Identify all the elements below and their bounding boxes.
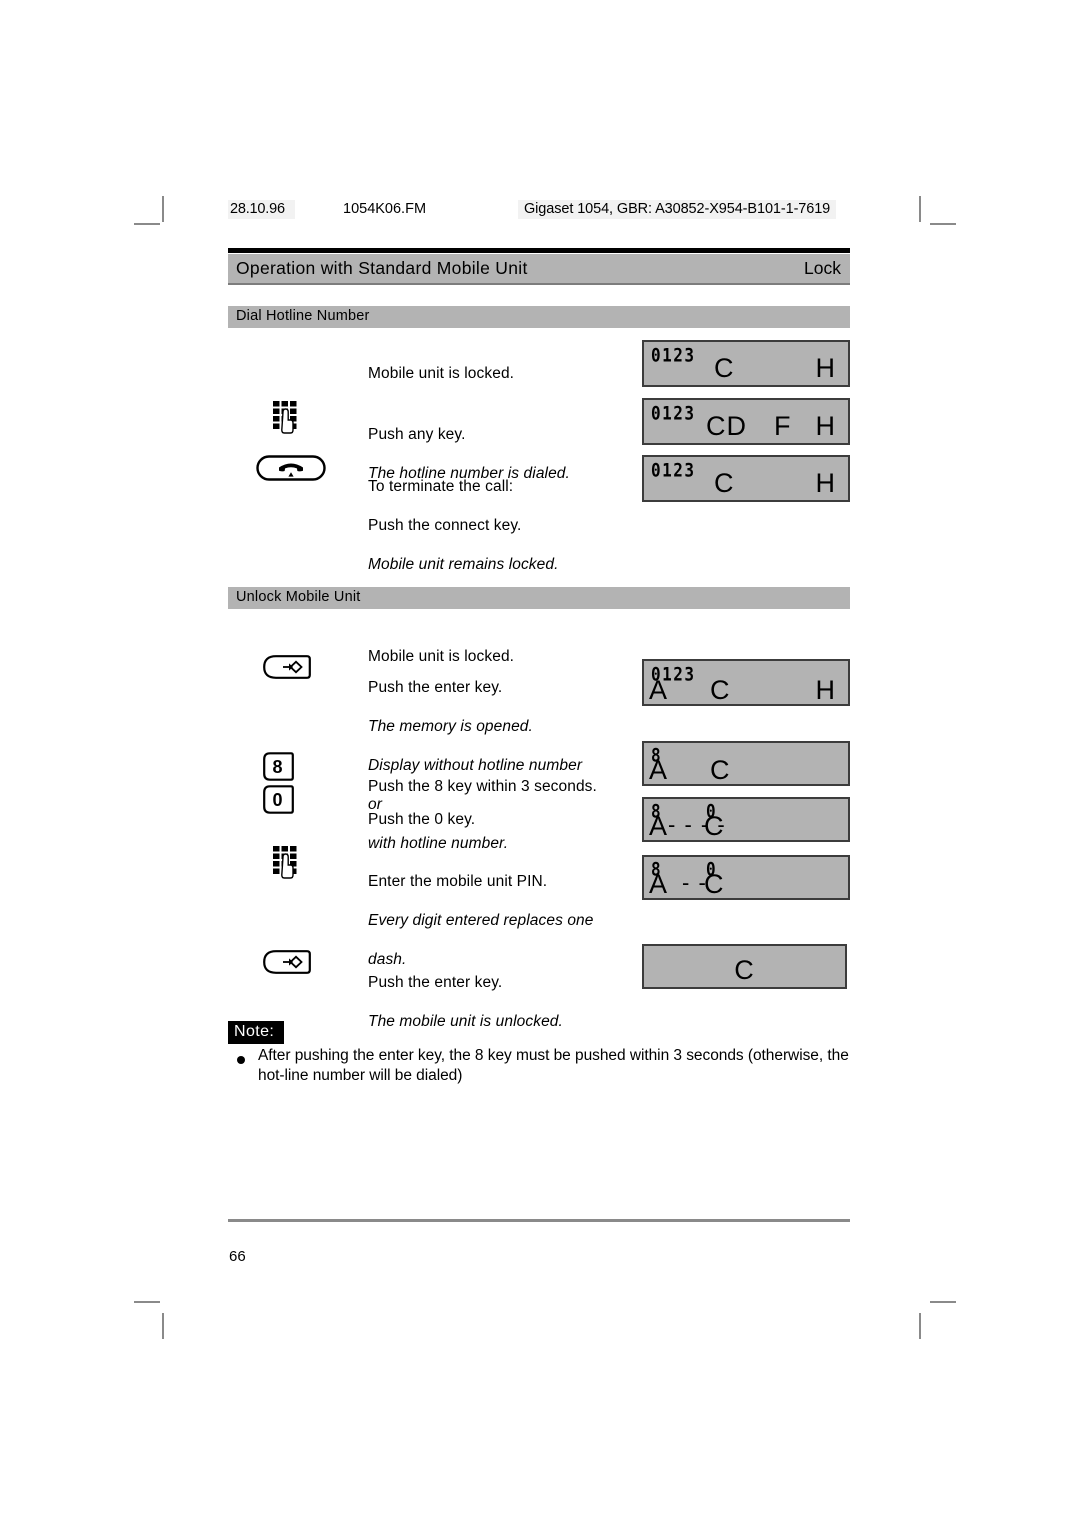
title-rule (228, 248, 850, 253)
lcd-segment-digits: 0123 (651, 402, 696, 425)
chapter-title: Operation with Standard Mobile Unit (236, 258, 528, 278)
crop-mark-bottom-left-vertical (162, 1313, 164, 1339)
lcd-symbol-c: C (714, 468, 735, 498)
revision-date: 28.10.96 (228, 200, 295, 219)
crop-mark-top-right-horizontal (930, 223, 956, 225)
number-key-8-icon: 8 (263, 752, 294, 781)
lcd-symbol-c: C (710, 675, 731, 705)
step-text-3: To terminate the call: Push the connect … (368, 457, 559, 594)
lcd-symbol-h: H (815, 353, 836, 383)
lcd-symbol-c: C (714, 353, 735, 383)
crop-mark-top-left-horizontal (134, 223, 160, 225)
svg-text:8: 8 (272, 757, 282, 777)
crop-mark-bottom-right-horizontal (930, 1301, 956, 1303)
step-line-emphasis: The mobile unit is unlocked. (368, 1012, 563, 1030)
note-label-box: Note: (228, 1021, 285, 1044)
step-line: Push any key. (368, 425, 466, 443)
crop-mark-bottom-left-horizontal (134, 1301, 160, 1303)
lcd-symbol-h: H (815, 675, 836, 705)
step-line-emphasis: Every digit entered replaces one (368, 911, 594, 929)
crop-mark-top-left-vertical (162, 196, 164, 222)
lcd-display-6: 8 0 A - - - - C (642, 797, 850, 842)
step-line-emphasis: Mobile unit remains locked. (368, 555, 559, 573)
lcd-symbol-cd: CD (706, 411, 747, 441)
section-header-label: Dial Hotline Number (236, 308, 370, 324)
section-header-unlock-mobile-unit: Unlock Mobile Unit (228, 587, 850, 609)
keypad-icon (272, 845, 302, 879)
lcd-symbol-c: C (704, 869, 725, 899)
step-text-7: Push the 0 key. (368, 790, 475, 849)
lcd-symbol-a: A (649, 755, 669, 785)
lcd-symbol-c: C (704, 811, 725, 841)
page-number: 66 (229, 1248, 246, 1265)
lcd-display-8: C (642, 944, 847, 989)
connect-key-icon (256, 455, 326, 486)
source-filename: 1054K06.FM (343, 201, 427, 217)
footer-rule (228, 1219, 850, 1222)
lcd-display-3: 0123 C H (642, 455, 850, 502)
lcd-display-4: 0123 A C H (642, 659, 850, 706)
document-identifier: Gigaset 1054, GBR: A30852-X954-B101-1-76… (518, 200, 837, 219)
step-line: Mobile unit is locked. (368, 364, 515, 382)
step-line-emphasis: The memory is opened. (368, 717, 533, 735)
lcd-symbol-h: H (815, 468, 836, 498)
lcd-symbol-a: A (649, 869, 669, 899)
note-label: Note: (234, 1023, 275, 1040)
step-line: Push the enter key. (368, 678, 503, 696)
step-text-9: Push the enter key. The mobile unit is u… (368, 953, 563, 1051)
lcd-symbol-c: C (734, 955, 755, 985)
svg-text:0: 0 (272, 790, 282, 810)
step-line: Enter the mobile unit PIN. (368, 872, 548, 890)
lcd-symbol-f: F (774, 411, 792, 441)
note-bullet-icon (237, 1056, 245, 1064)
crop-mark-top-right-vertical (919, 196, 921, 222)
lcd-symbol-a: A (649, 811, 669, 841)
lcd-display-5: 8 A C (642, 741, 850, 786)
section-header-dial-hotline: Dial Hotline Number (228, 306, 850, 328)
step-line: Push the 0 key. (368, 810, 476, 828)
lcd-display-7: 8 0 A - - C (642, 855, 850, 900)
running-head: 28.10.96 1054K06.FM Gigaset 1054, GBR: A… (228, 200, 858, 220)
enter-key-icon (263, 950, 311, 974)
enter-key-icon (263, 655, 311, 679)
step-line: Push the enter key. (368, 973, 503, 991)
number-key-0-icon: 0 (263, 785, 294, 814)
step-line: To terminate the call: (368, 477, 514, 495)
note-text: After pushing the enter key, the 8 key m… (258, 1047, 849, 1084)
section-header-label: Unlock Mobile Unit (236, 589, 361, 605)
keypad-icon (272, 400, 302, 434)
lcd-segment-digits: 0123 (651, 459, 696, 482)
crop-mark-bottom-right-vertical (919, 1313, 921, 1339)
lcd-segment-digits: 0123 (651, 344, 696, 367)
step-text-1: Mobile unit is locked. (368, 344, 514, 403)
step-line: Push the connect key. (368, 516, 522, 534)
lcd-symbol-h: H (815, 411, 836, 441)
lcd-symbol-a: A (649, 675, 669, 705)
document-page: 28.10.96 1054K06.FM Gigaset 1054, GBR: A… (228, 0, 858, 1528)
lcd-display-1: 0123 C H (642, 340, 850, 387)
chapter-title-bar: Operation with Standard Mobile Unit Lock (228, 254, 850, 285)
lcd-symbol-c: C (710, 755, 731, 785)
lcd-display-2: 0123 CD F H (642, 398, 850, 445)
chapter-subtitle: Lock (804, 258, 841, 278)
